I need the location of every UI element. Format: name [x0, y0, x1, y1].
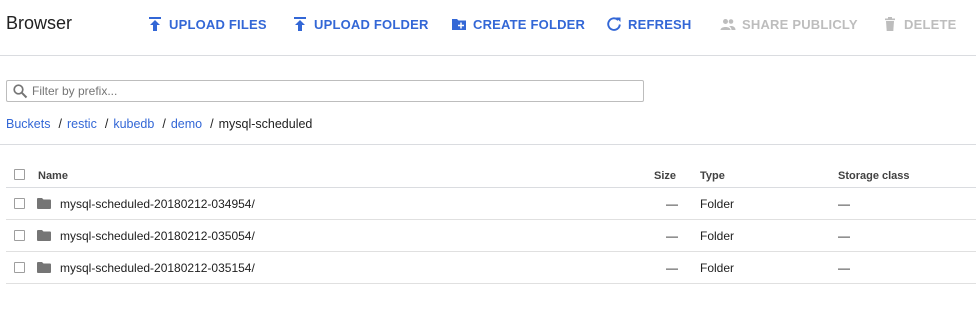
row-checkbox[interactable]	[14, 198, 25, 209]
row-checkbox[interactable]	[14, 230, 25, 241]
upload-icon	[294, 17, 306, 31]
breadcrumb-separator: /	[162, 117, 166, 131]
share-people-icon	[720, 19, 736, 30]
delete-label: DELETE	[904, 16, 957, 32]
breadcrumb: Buckets / restic / kubedb / demo / mysql…	[6, 116, 312, 132]
breadcrumb-buckets[interactable]: Buckets	[6, 116, 50, 132]
folder-icon	[37, 198, 51, 209]
breadcrumb-separator: /	[58, 117, 62, 131]
create-folder-button[interactable]: CREATE FOLDER	[451, 14, 585, 34]
create-folder-label: CREATE FOLDER	[473, 16, 586, 32]
breadcrumb-restic[interactable]: restic	[67, 116, 97, 132]
row-storage-class: —	[838, 229, 850, 243]
column-header-type[interactable]: Type	[700, 170, 725, 182]
row-size: —	[666, 229, 678, 243]
select-all-checkbox[interactable]	[14, 169, 25, 180]
filter-input[interactable]	[32, 84, 622, 98]
breadcrumb-kubedb[interactable]: kubedb	[113, 116, 154, 132]
row-name[interactable]: mysql-scheduled-20180212-035154/	[60, 261, 255, 275]
refresh-button[interactable]: REFRESH	[606, 14, 692, 34]
row-storage-class: —	[838, 261, 850, 275]
breadcrumb-demo[interactable]: demo	[171, 116, 202, 132]
row-size: —	[666, 197, 678, 211]
upload-icon	[149, 17, 161, 31]
search-icon	[13, 84, 28, 99]
upload-files-button[interactable]: UPLOAD FILES	[147, 14, 267, 34]
upload-folder-button[interactable]: UPLOAD FOLDER	[292, 14, 429, 34]
row-checkbox[interactable]	[14, 262, 25, 273]
refresh-icon	[607, 17, 621, 31]
column-header-size[interactable]: Size	[654, 170, 676, 182]
table-row[interactable]: mysql-scheduled-20180212-035054/ — Folde…	[6, 220, 976, 252]
table-row[interactable]: mysql-scheduled-20180212-035154/ — Folde…	[6, 252, 976, 284]
row-type: Folder	[700, 229, 735, 243]
page-title: Browser	[6, 13, 73, 33]
breadcrumb-divider	[0, 144, 976, 145]
trash-icon	[885, 17, 895, 31]
row-name[interactable]: mysql-scheduled-20180212-035054/	[60, 229, 255, 243]
table-row[interactable]: mysql-scheduled-20180212-034954/ — Folde…	[6, 188, 976, 220]
folder-icon	[37, 230, 51, 241]
delete-button[interactable]: DELETE	[882, 14, 956, 34]
column-header-storage-class[interactable]: Storage class	[838, 170, 910, 182]
create-folder-icon	[452, 19, 466, 30]
row-storage-class: —	[838, 197, 850, 211]
breadcrumb-separator: /	[210, 117, 214, 131]
row-size: —	[666, 261, 678, 275]
share-publicly-label: SHARE PUBLICLY	[742, 16, 858, 32]
filter-box[interactable]	[6, 80, 644, 102]
row-type: Folder	[700, 261, 735, 275]
upload-files-label: UPLOAD FILES	[169, 16, 267, 32]
folder-icon	[37, 262, 51, 273]
breadcrumb-current: mysql-scheduled	[218, 117, 313, 131]
upload-folder-label: UPLOAD FOLDER	[314, 16, 429, 32]
refresh-label: REFRESH	[628, 16, 692, 32]
row-name[interactable]: mysql-scheduled-20180212-034954/	[60, 197, 255, 211]
column-header-name[interactable]: Name	[38, 170, 68, 182]
breadcrumb-separator: /	[104, 117, 109, 131]
share-publicly-button[interactable]: SHARE PUBLICLY	[720, 14, 858, 34]
header-divider	[0, 55, 976, 56]
table-header: Name Size Type Storage class	[6, 165, 976, 188]
row-type: Folder	[700, 197, 735, 211]
